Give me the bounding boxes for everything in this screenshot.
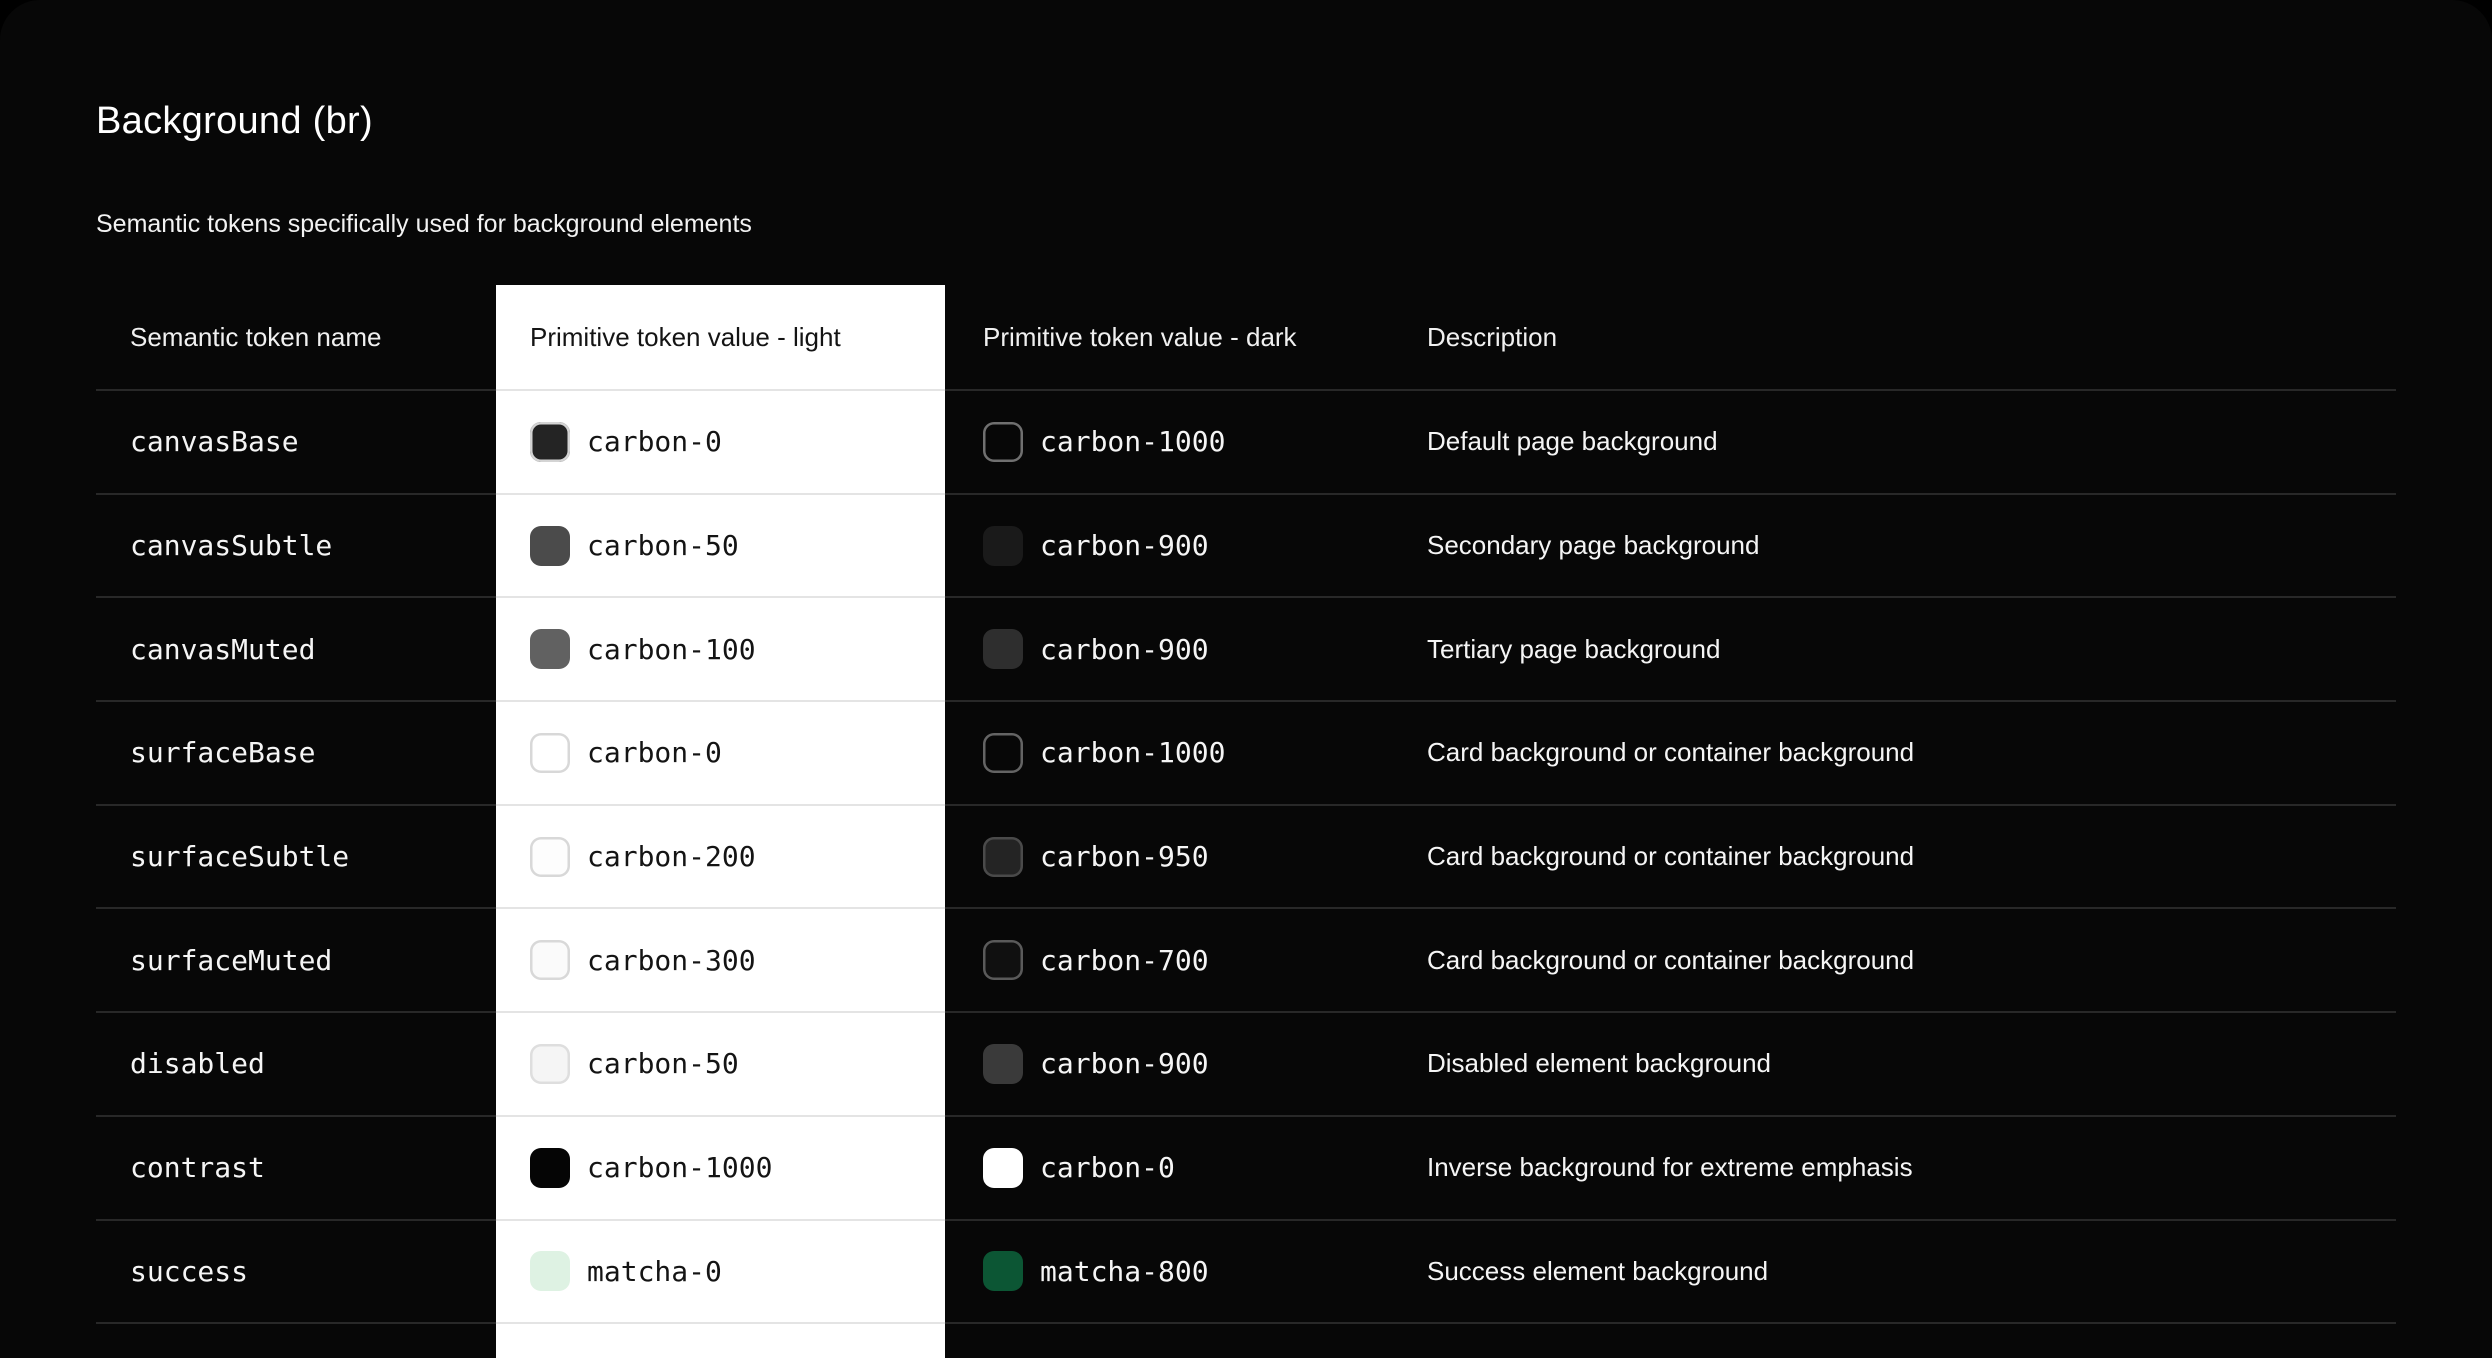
token-table: Semantic token name Primitive token valu… xyxy=(96,285,2396,1358)
description-cell: Tertiary page background xyxy=(1393,598,2396,703)
token-value: carbon-100 xyxy=(587,632,756,666)
color-swatch xyxy=(530,421,570,462)
color-swatch xyxy=(530,1251,570,1292)
token-value: carbon-300 xyxy=(587,943,756,977)
page-title: Background (br) xyxy=(96,100,373,142)
description-cell: Default page background xyxy=(1393,391,2396,495)
dark-value-cell: carbon-900 xyxy=(945,495,1393,599)
table-row: canvasMuted carbon-100 carbon-900 Tertiary … xyxy=(96,598,2396,703)
column-header-description: Description xyxy=(1393,285,2396,391)
color-swatch xyxy=(983,629,1023,670)
token-value: carbon-200 xyxy=(587,840,756,874)
column-header-primitive-dark: Primitive token value - dark xyxy=(945,285,1393,391)
light-value-cell: carbon-1000 xyxy=(496,1116,945,1221)
description-cell: Card background or container background xyxy=(1393,909,2396,1014)
color-swatch xyxy=(530,629,570,670)
light-value-cell: matcha-0 xyxy=(496,1220,945,1325)
table-row: surfaceMuted carbon-300 carbon-700 Card bac… xyxy=(96,909,2396,1014)
color-swatch xyxy=(530,1043,570,1084)
color-swatch xyxy=(983,525,1023,566)
token-name-cell: disabled xyxy=(96,1013,496,1117)
dark-value-cell: carbon-0 xyxy=(945,1117,1393,1221)
table-row: surfaceBase carbon-0 carbon-1000 Card backg… xyxy=(96,702,2396,806)
token-name-cell: surfaceSubtle xyxy=(96,806,496,910)
light-value-cell: carbon-200 xyxy=(496,805,945,910)
token-name-cell: contrast xyxy=(96,1117,496,1221)
color-swatch xyxy=(530,732,570,773)
table-row: surfaceSubtle carbon-200 carbon-950 Card ba… xyxy=(96,805,2396,910)
table-row: success matcha-0 matcha-800 Success element… xyxy=(96,1220,2396,1325)
color-swatch xyxy=(983,1147,1023,1188)
token-value: carbon-1000 xyxy=(1040,736,1226,770)
token-value: matcha-0 xyxy=(587,1254,722,1288)
color-swatch xyxy=(983,1251,1023,1292)
token-name-cell xyxy=(96,1324,496,1358)
light-value-cell xyxy=(496,1324,945,1358)
token-value: carbon-1000 xyxy=(587,1151,773,1185)
token-value: carbon-900 xyxy=(1040,632,1209,666)
dark-value-cell: carbon-700 xyxy=(945,909,1393,1014)
token-name-cell: canvasBase xyxy=(96,391,496,495)
token-value: carbon-0 xyxy=(1040,1151,1175,1185)
table-rows: canvasBase carbon-0 carbon-1000 Default pag… xyxy=(96,391,2396,1325)
dark-value-cell: carbon-950 xyxy=(945,806,1393,910)
description-cell: Success element background xyxy=(1393,1221,2396,1325)
color-swatch xyxy=(983,421,1023,462)
table-row: canvasBase carbon-0 carbon-1000 Default pag… xyxy=(96,391,2396,495)
token-value: carbon-0 xyxy=(587,736,722,770)
table-row: disabled carbon-50 carbon-900 Disabled elem… xyxy=(96,1013,2396,1117)
token-value: carbon-0 xyxy=(587,425,722,459)
dark-value-cell xyxy=(945,1324,1393,1358)
dark-value-cell: carbon-1000 xyxy=(945,702,1393,806)
dark-value-cell: carbon-900 xyxy=(945,1013,1393,1117)
color-swatch xyxy=(983,940,1023,981)
token-value: carbon-1000 xyxy=(1040,425,1226,459)
page-subtitle: Semantic tokens specifically used for ba… xyxy=(96,210,752,238)
color-swatch xyxy=(530,1147,570,1188)
dark-value-cell: carbon-1000 xyxy=(945,391,1393,495)
column-header-semantic-token-name: Semantic token name xyxy=(96,285,496,391)
dark-value-cell: carbon-900 xyxy=(945,598,1393,703)
light-value-cell: carbon-50 xyxy=(496,1013,945,1117)
color-swatch xyxy=(983,1043,1023,1084)
light-value-cell: carbon-0 xyxy=(496,702,945,806)
color-swatch xyxy=(530,525,570,566)
color-swatch xyxy=(983,836,1023,877)
table-row: contrast carbon-1000 carbon-0 Inverse backg… xyxy=(96,1116,2396,1221)
light-value-cell: carbon-0 xyxy=(496,391,945,495)
token-name-cell: success xyxy=(96,1221,496,1325)
color-swatch xyxy=(530,940,570,981)
token-value: carbon-700 xyxy=(1040,943,1209,977)
light-value-cell: carbon-50 xyxy=(496,494,945,599)
description-cell: Card background or container background xyxy=(1393,702,2396,806)
description-cell xyxy=(1393,1324,2396,1358)
description-cell: Secondary page background xyxy=(1393,495,2396,599)
column-header-primitive-light: Primitive token value - light xyxy=(496,285,945,391)
description-cell: Disabled element background xyxy=(1393,1013,2396,1117)
light-value-cell: carbon-100 xyxy=(496,598,945,703)
description-cell: Inverse background for extreme emphasis xyxy=(1393,1117,2396,1221)
token-value: carbon-50 xyxy=(587,529,739,563)
light-value-cell: carbon-300 xyxy=(496,909,945,1014)
color-swatch xyxy=(530,836,570,877)
table-header-row: Semantic token name Primitive token valu… xyxy=(96,285,2396,391)
token-name-cell: surfaceBase xyxy=(96,702,496,806)
description-cell: Card background or container background xyxy=(1393,806,2396,910)
token-value: carbon-900 xyxy=(1040,529,1209,563)
token-name-cell: canvasSubtle xyxy=(96,495,496,599)
color-swatch xyxy=(983,732,1023,773)
token-value: carbon-50 xyxy=(587,1047,739,1081)
dark-value-cell: matcha-800 xyxy=(945,1221,1393,1325)
token-value: carbon-950 xyxy=(1040,840,1209,874)
token-name-cell: canvasMuted xyxy=(96,598,496,703)
token-value: carbon-900 xyxy=(1040,1047,1209,1081)
token-name-cell: surfaceMuted xyxy=(96,909,496,1014)
table-row: canvasSubtle carbon-50 carbon-900 Secondary… xyxy=(96,494,2396,599)
token-value: matcha-800 xyxy=(1040,1254,1209,1288)
page: Background (br) Semantic tokens specific… xyxy=(0,0,2492,1358)
table-row-partial xyxy=(96,1324,2396,1358)
